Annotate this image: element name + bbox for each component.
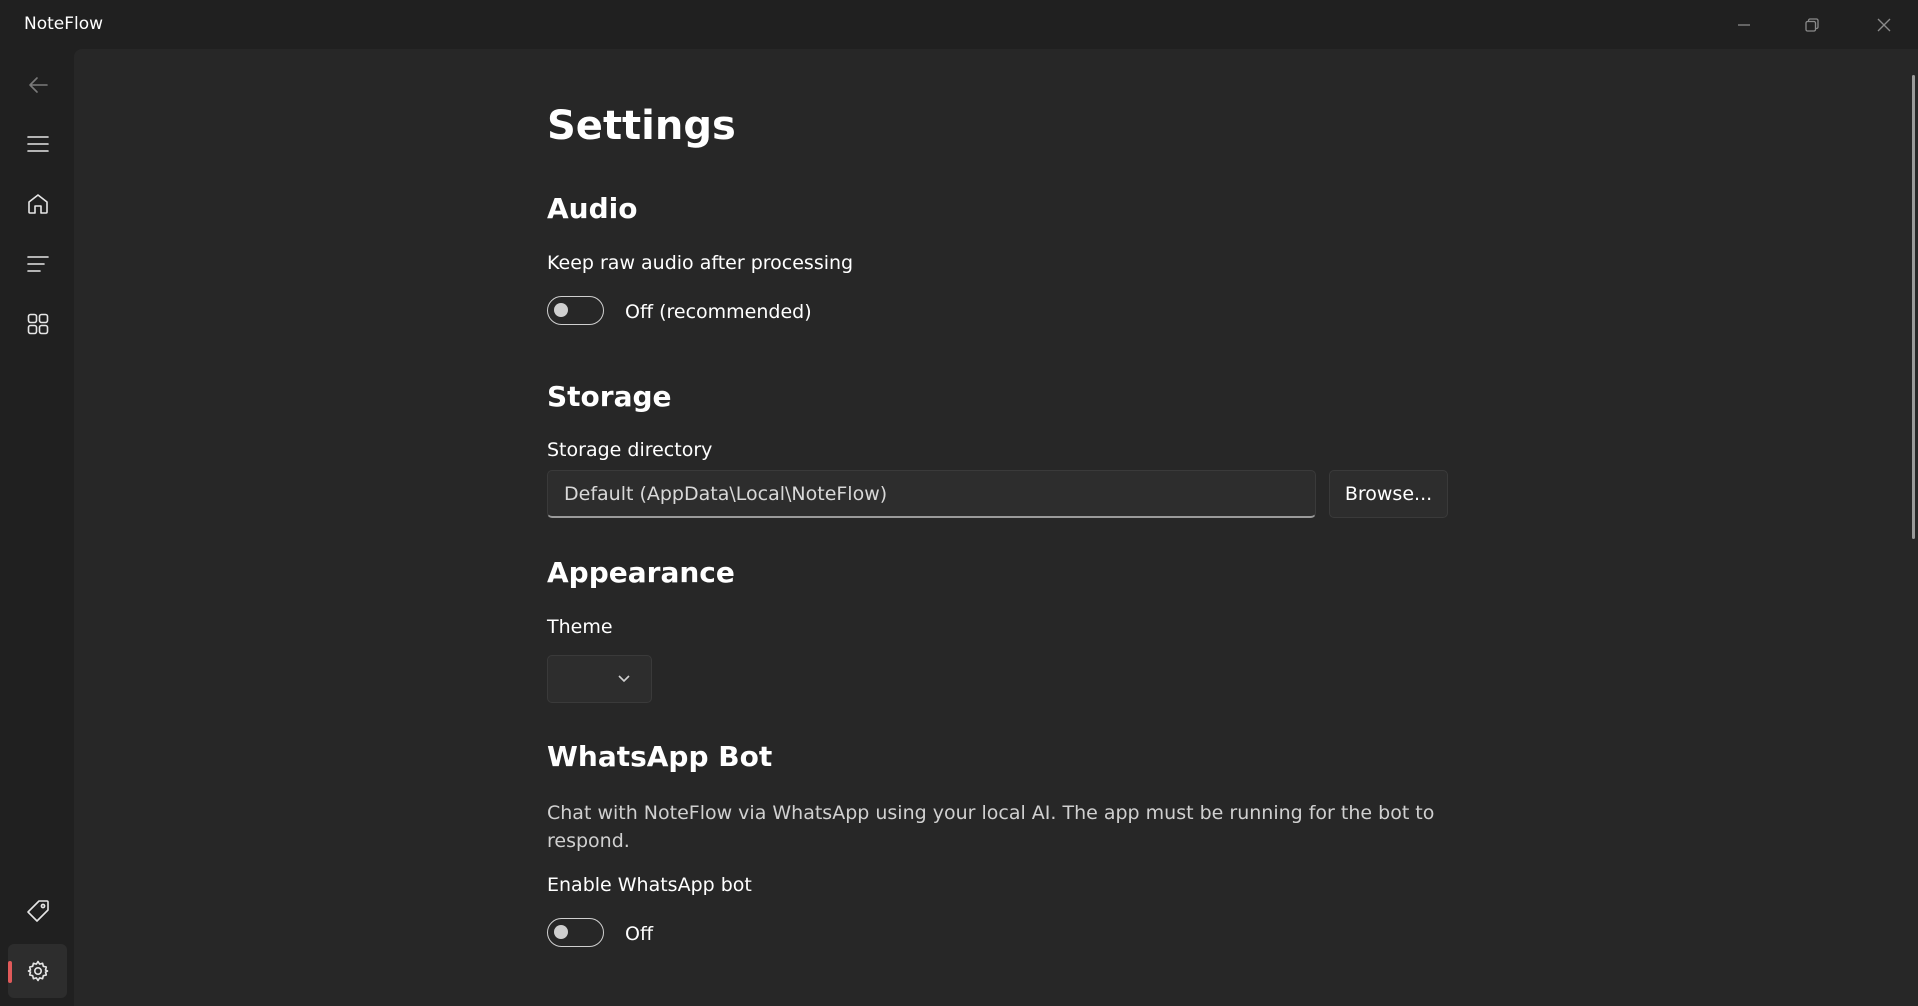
- close-button[interactable]: [1850, 0, 1918, 49]
- browse-button[interactable]: Browse...: [1329, 470, 1448, 518]
- app-title: NoteFlow: [24, 14, 104, 34]
- chevron-down-icon: [618, 675, 630, 683]
- selection-indicator: [8, 961, 12, 983]
- nav-item-apps[interactable]: [8, 297, 67, 351]
- hamburger-menu-icon: [26, 136, 49, 152]
- restore-icon: [1805, 17, 1819, 32]
- settings-page: Settings Audio Keep raw audio after proc…: [74, 49, 1918, 1006]
- list-icon: [26, 256, 49, 272]
- theme-dropdown[interactable]: [547, 655, 652, 703]
- toggle-knob: [554, 925, 568, 939]
- home-icon: [27, 194, 48, 214]
- enable-whatsapp-label: Enable WhatsApp bot: [547, 874, 752, 896]
- vertical-scrollbar[interactable]: [1912, 75, 1915, 539]
- close-icon: [1877, 18, 1891, 31]
- nav-item-notes-list[interactable]: [8, 237, 67, 291]
- keep-raw-audio-toggle[interactable]: [547, 296, 604, 325]
- nav-item-tags[interactable]: [8, 884, 67, 938]
- title-bar: NoteFlow: [0, 0, 1918, 49]
- theme-label: Theme: [547, 616, 613, 638]
- storage-directory-field[interactable]: Default (AppData\Local\NoteFlow): [547, 470, 1316, 518]
- tag-icon: [26, 900, 49, 922]
- storage-directory-label: Storage directory: [547, 439, 713, 461]
- keep-raw-audio-label: Keep raw audio after processing: [547, 252, 854, 274]
- enable-whatsapp-state: Off: [625, 923, 654, 945]
- keep-raw-audio-state: Off (recommended): [625, 301, 812, 323]
- back-button[interactable]: [8, 58, 67, 112]
- whatsapp-section-title: WhatsApp Bot: [547, 740, 773, 773]
- navigation-pane: [0, 49, 74, 1006]
- minimize-icon: [1738, 23, 1750, 26]
- storage-section-title: Storage: [547, 380, 672, 413]
- enable-whatsapp-toggle[interactable]: [547, 918, 604, 947]
- appearance-section-title: Appearance: [547, 556, 735, 589]
- restore-button[interactable]: [1778, 0, 1846, 49]
- back-arrow-icon: [28, 77, 48, 93]
- menu-button[interactable]: [8, 117, 67, 171]
- toggle-knob: [554, 303, 568, 317]
- grid-icon: [27, 313, 48, 335]
- whatsapp-description: Chat with NoteFlow via WhatsApp using yo…: [547, 802, 1435, 852]
- nav-item-home[interactable]: [8, 177, 67, 231]
- nav-item-settings[interactable]: [8, 944, 67, 998]
- audio-section-title: Audio: [547, 192, 638, 225]
- minimize-button[interactable]: [1710, 0, 1778, 49]
- page-title: Settings: [547, 103, 736, 149]
- gear-icon: [27, 960, 48, 982]
